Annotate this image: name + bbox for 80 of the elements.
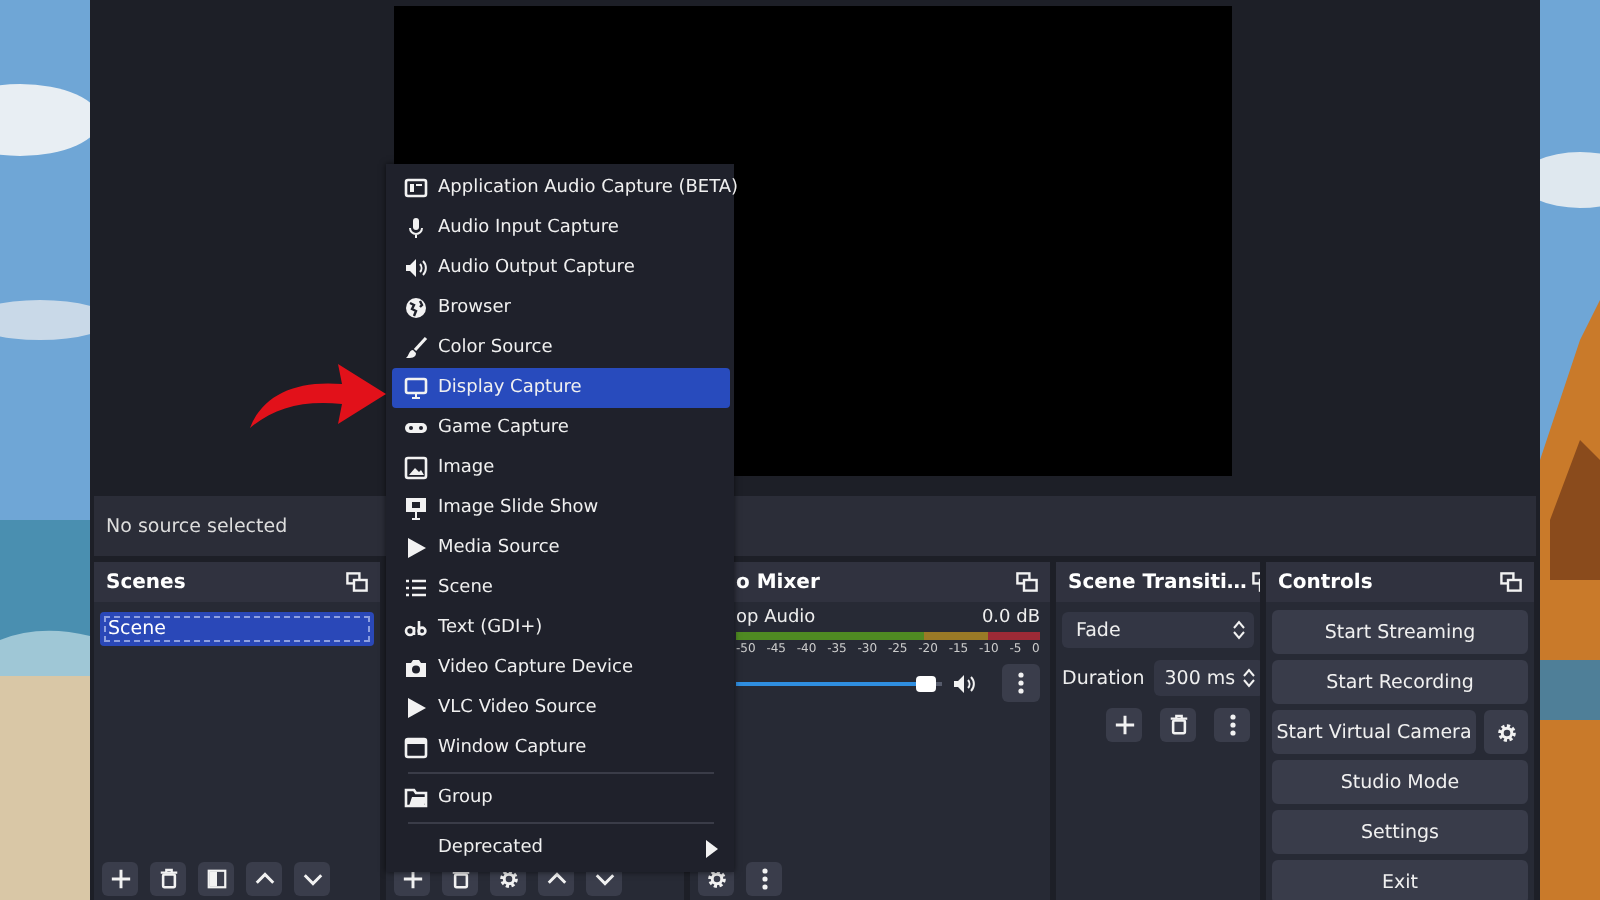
plus-icon [109, 868, 131, 890]
menu-item[interactable]: Image Slide Show [392, 488, 730, 528]
remove-button[interactable] [150, 862, 186, 896]
menu-item[interactable]: Audio Input Capture [392, 208, 730, 248]
list-icon [404, 576, 428, 600]
plus-icon [1113, 714, 1135, 736]
globe-icon [404, 296, 428, 320]
slider-thumb[interactable] [915, 675, 936, 691]
menu-item[interactable]: Game Capture [392, 408, 730, 448]
menu-item[interactable]: Audio Output Capture [392, 248, 730, 288]
menu-item[interactable]: Image [392, 448, 730, 488]
trash-icon [449, 868, 471, 890]
slideshow-icon [404, 496, 428, 520]
vertical-dots-icon [1229, 714, 1235, 736]
more-button[interactable] [746, 862, 782, 896]
gear-icon [705, 868, 727, 890]
duration-field[interactable]: 300 ms [1154, 660, 1260, 696]
trash-icon [1167, 714, 1189, 736]
move-down-button[interactable] [294, 862, 330, 896]
microphone-icon [404, 216, 428, 240]
status-text: No source selected [106, 515, 288, 537]
plus-icon [401, 868, 423, 890]
move-up-button[interactable] [246, 862, 282, 896]
menu-item[interactable]: Color Source [392, 328, 730, 368]
vertical-dots-icon [761, 868, 767, 890]
volume-slider[interactable] [736, 675, 942, 691]
window-icon [404, 736, 428, 760]
dock-title: Controls [1278, 571, 1373, 593]
float-window-icon[interactable] [346, 572, 368, 592]
menu-item[interactable]: Scene [392, 568, 730, 608]
control-button[interactable]: Exit [1272, 860, 1528, 900]
virtual-camera-button[interactable]: Start Virtual Camera [1272, 710, 1476, 754]
up-down-arrows-icon [1241, 668, 1256, 688]
settings-button[interactable] [1484, 710, 1528, 754]
scene-item[interactable]: Scene [100, 612, 374, 646]
duration-label: Duration [1062, 667, 1145, 689]
volume-reading: 0.0 dB [981, 608, 1040, 628]
window-icon [404, 176, 428, 200]
menu-item[interactable]: Group [392, 778, 730, 818]
add-button[interactable] [1106, 708, 1142, 742]
menu-item[interactable]: Display Capture [392, 368, 730, 408]
brush-icon [404, 336, 428, 360]
menu-item[interactable]: Deprecated [392, 828, 730, 868]
float-window-icon[interactable] [1500, 572, 1522, 592]
filter-button[interactable] [198, 862, 234, 896]
curved-arrow [246, 360, 390, 432]
gear-icon [1495, 721, 1517, 743]
menu-item[interactable]: Window Capture [392, 728, 730, 768]
channel-name: op Audio [736, 608, 816, 628]
text-icon [404, 616, 428, 640]
speaker-icon[interactable] [952, 671, 976, 695]
folder-icon [404, 786, 428, 810]
menu-item[interactable]: VLC Video Source [392, 688, 730, 728]
menu-item[interactable]: Video Capture Device [392, 648, 730, 688]
more-button[interactable] [1214, 708, 1250, 742]
dock-title: Scene Transiti… [1068, 571, 1247, 593]
monitor-icon [404, 376, 428, 400]
menu-item[interactable]: Text (GDI+) [392, 608, 730, 648]
camera-icon [404, 656, 428, 680]
gear-icon [497, 868, 519, 890]
image-icon [404, 456, 428, 480]
control-button[interactable]: Start Recording [1272, 660, 1528, 704]
menu-item[interactable]: Media Source [392, 528, 730, 568]
dock-title: Scenes [106, 571, 186, 593]
remove-button[interactable] [1160, 708, 1196, 742]
panel-icon [205, 868, 227, 890]
speaker-icon [404, 256, 428, 280]
vertical-dots-icon [1018, 672, 1024, 694]
control-button[interactable]: Start Streaming [1272, 610, 1528, 654]
up-down-arrows-icon [1232, 620, 1246, 640]
control-button[interactable]: Studio Mode [1272, 760, 1528, 804]
control-button[interactable]: Settings [1272, 810, 1528, 854]
trash-icon [157, 868, 179, 890]
more-button[interactable] [1002, 664, 1040, 702]
menu-item[interactable]: Browser [392, 288, 730, 328]
add-button[interactable] [102, 862, 138, 896]
play-icon [404, 696, 428, 720]
dock-title: o Mixer [734, 571, 820, 593]
float-window-icon[interactable] [1016, 572, 1038, 592]
transition-dropdown[interactable]: Fade [1062, 612, 1254, 648]
